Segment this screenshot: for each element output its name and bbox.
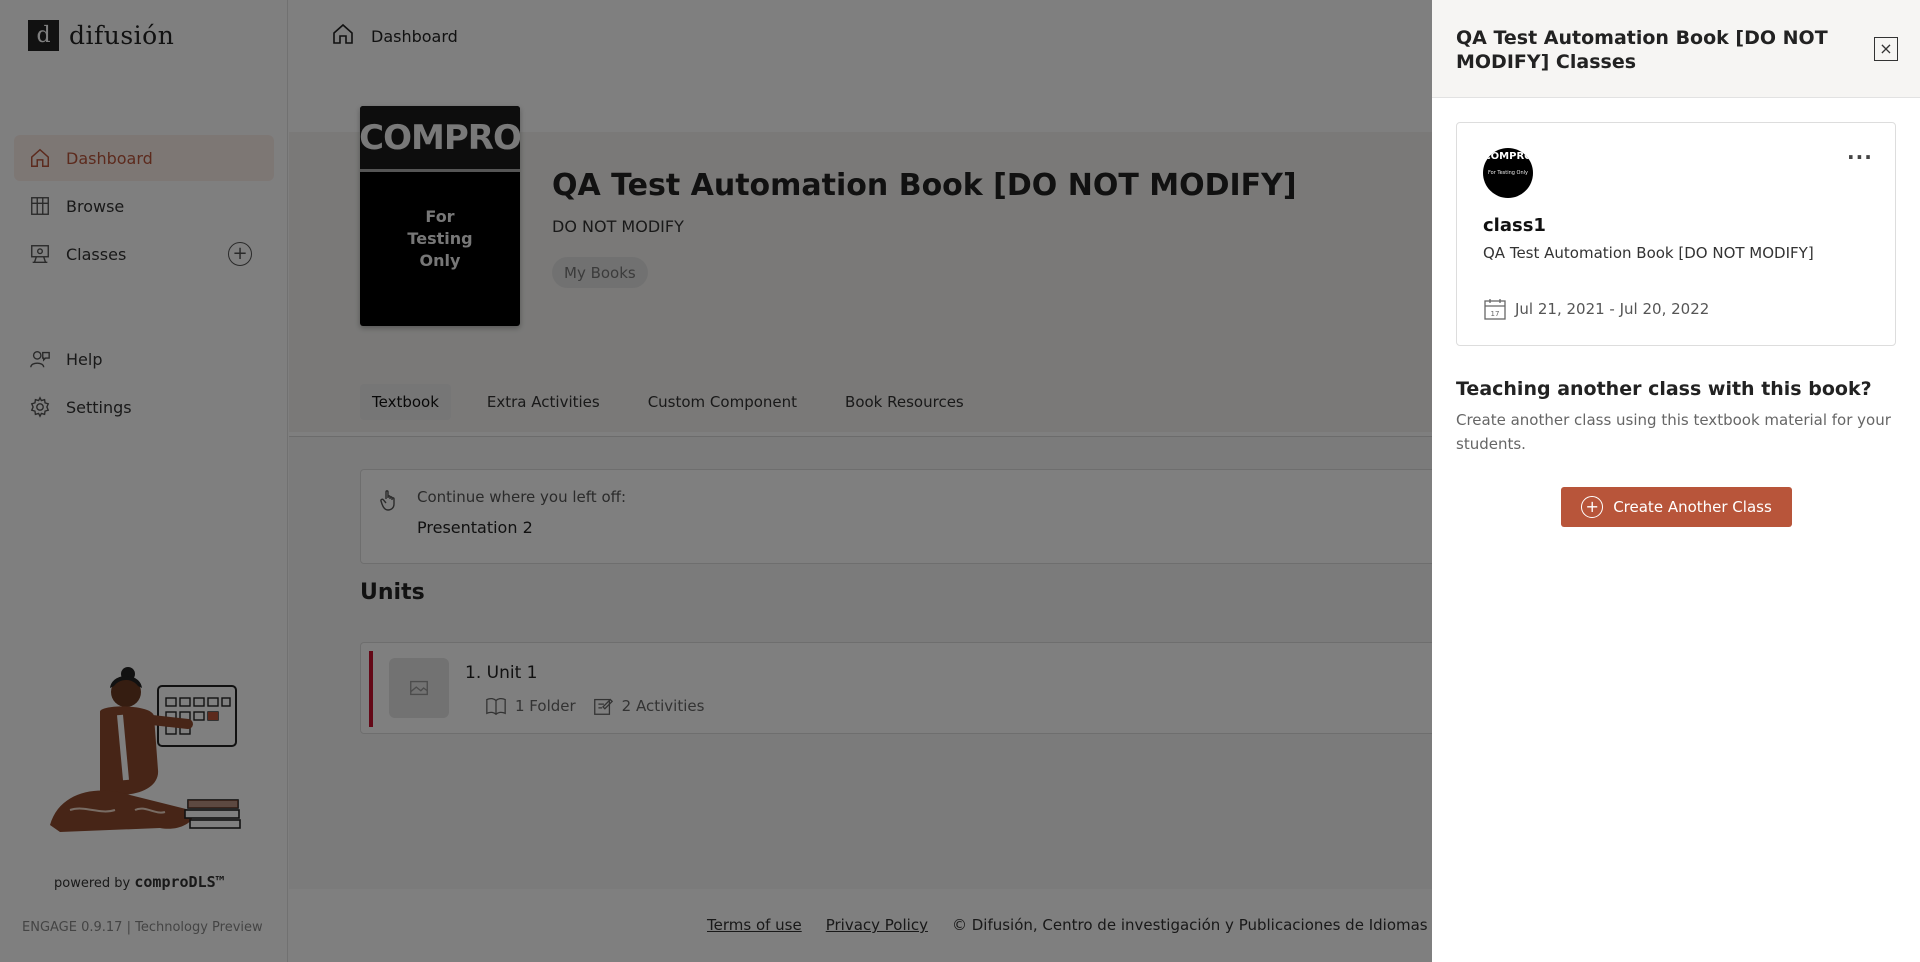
- class-date-range: Jul 21, 2021 - Jul 20, 2022: [1515, 300, 1710, 318]
- more-options-button[interactable]: ···: [1847, 145, 1873, 169]
- avatar-subtitle: For Testing Only: [1487, 170, 1529, 176]
- plus-circle-icon: +: [1581, 496, 1604, 518]
- class-book-title: QA Test Automation Book [DO NOT MODIFY]: [1483, 244, 1814, 262]
- drawer-title: QA Test Automation Book [DO NOT MODIFY] …: [1456, 27, 1828, 73]
- drawer-header: QA Test Automation Book [DO NOT MODIFY] …: [1432, 0, 1920, 98]
- class-dates: 17 Jul 21, 2021 - Jul 20, 2022: [1483, 297, 1709, 321]
- svg-text:17: 17: [1491, 310, 1500, 318]
- class-avatar: COMPRO For Testing Only: [1483, 148, 1533, 198]
- calendar-icon: 17: [1484, 299, 1506, 320]
- avatar-title: COMPRO: [1483, 151, 1533, 162]
- classes-drawer: QA Test Automation Book [DO NOT MODIFY] …: [1432, 0, 1920, 962]
- create-button-label: Create Another Class: [1613, 498, 1772, 516]
- create-another-class-button[interactable]: + Create Another Class: [1561, 487, 1792, 527]
- teach-heading: Teaching another class with this book?: [1456, 378, 1872, 400]
- teach-description: Create another class using this textbook…: [1456, 411, 1891, 453]
- class-card[interactable]: COMPRO For Testing Only ··· class1 QA Te…: [1456, 122, 1896, 346]
- class-name[interactable]: class1: [1483, 215, 1546, 236]
- close-button[interactable]: ×: [1874, 37, 1898, 61]
